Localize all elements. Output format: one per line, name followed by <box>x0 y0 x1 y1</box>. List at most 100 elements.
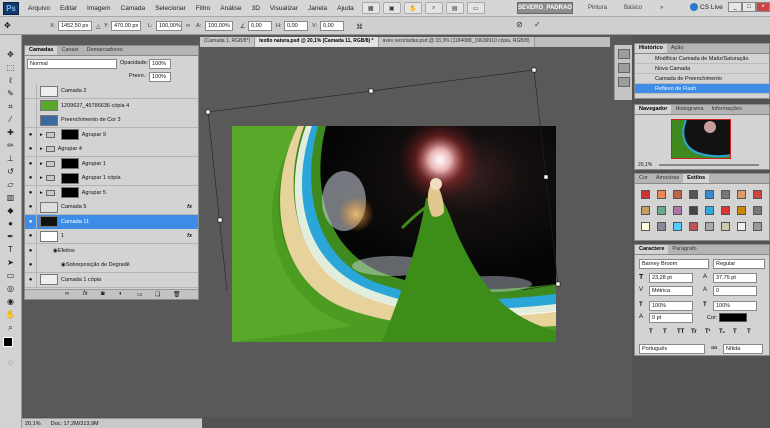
style-swatch[interactable] <box>753 206 762 215</box>
style-swatch[interactable] <box>673 222 682 231</box>
healing-icon[interactable]: ✚ <box>3 127 18 138</box>
eye-icon[interactable] <box>25 83 37 99</box>
tab-caractere[interactable]: Caractere <box>635 245 669 254</box>
screen-mode-icon[interactable]: ▭ <box>466 2 485 14</box>
style-swatch[interactable] <box>721 190 730 199</box>
font-family-select[interactable]: Barney Broom <box>639 259 709 269</box>
leading-field[interactable]: 37,75 pt <box>713 273 757 283</box>
shape-icon[interactable]: ▭ <box>3 270 18 281</box>
brush-icon[interactable]: ✏ <box>3 140 18 151</box>
style-swatch[interactable] <box>737 222 746 231</box>
style-swatch[interactable] <box>657 206 666 215</box>
eye-icon[interactable]: ● <box>25 228 37 244</box>
menu-camada[interactable]: Camada <box>116 5 151 12</box>
minimize-icon[interactable]: _ <box>728 2 742 12</box>
eyedropper-icon[interactable]: ⁄ <box>3 114 18 125</box>
dock-icon-3[interactable] <box>618 77 630 87</box>
layer-row[interactable]: ● ◉ Sobreposição de Degradê <box>25 257 198 273</box>
layer-row[interactable]: Preenchimento de Cor 3 <box>25 112 198 128</box>
font-size-field[interactable]: 23,28 pt <box>649 273 693 283</box>
zoom-tool-icon[interactable]: ⌕ <box>3 322 18 333</box>
eye-icon[interactable]: ● <box>25 156 37 171</box>
workspace-more-icon[interactable]: » <box>660 5 663 11</box>
gradient-icon[interactable]: ▥ <box>3 192 18 203</box>
angle-field[interactable]: 0,00 <box>248 21 272 31</box>
status-zoom[interactable]: 20,1% <box>25 421 41 427</box>
close-icon[interactable]: × <box>756 2 770 12</box>
crop-icon[interactable]: ⌗ <box>3 101 18 112</box>
workspace-basico[interactable]: Básico <box>624 5 642 11</box>
link-icon[interactable]: △ <box>96 23 101 30</box>
type-style-icon[interactable]: T <box>649 329 653 335</box>
eye-icon[interactable]: ● <box>25 214 37 229</box>
antialias-select[interactable]: Nítida <box>723 344 763 354</box>
dodge-icon[interactable]: ● <box>3 218 18 229</box>
bridge-icon[interactable]: ▦ <box>361 2 380 14</box>
tab-cor[interactable]: Cor <box>635 174 652 183</box>
tab-amostras[interactable]: Amostras <box>652 174 683 183</box>
layer-row[interactable]: ● ▸ Agrupar 9 <box>25 127 198 143</box>
link-layers-icon[interactable]: ∞ <box>65 291 69 297</box>
layer-row[interactable]: ● Camada 1 cópia <box>25 272 198 288</box>
menu-selecionar[interactable]: Selecionar <box>150 5 191 12</box>
arrange-icon[interactable]: ▤ <box>445 2 464 14</box>
layer-thumbnail[interactable] <box>40 100 58 111</box>
tab-estilos[interactable]: Estilos <box>683 174 710 183</box>
style-swatch[interactable] <box>657 222 666 231</box>
eye-icon[interactable]: ● <box>25 272 37 287</box>
expand-triangle-icon[interactable]: ▸ <box>40 175 43 181</box>
cs-live-button[interactable]: CS Live <box>690 3 723 11</box>
eye-icon[interactable]: ● <box>25 127 37 142</box>
menu-filtro[interactable]: Filtro <box>191 5 215 12</box>
cancel-transform-icon[interactable]: ⊘ <box>516 20 523 29</box>
hskew-field[interactable]: 0,00 <box>284 21 308 31</box>
blend-mode-select[interactable]: Normal <box>27 59 117 69</box>
tab-paragrafo[interactable]: Parágrafo <box>668 245 700 254</box>
menu-arquivo[interactable]: Arquivo <box>23 5 55 12</box>
style-swatch[interactable] <box>721 222 730 231</box>
style-swatch[interactable] <box>705 222 714 231</box>
type-style-icon[interactable]: T₁ <box>719 329 725 335</box>
move-icon[interactable]: ✥ <box>3 49 18 60</box>
type-style-icon[interactable]: T¹ <box>705 329 711 335</box>
layer-mask-thumbnail[interactable] <box>60 158 79 169</box>
adjustment-icon[interactable]: ◐ <box>119 291 123 297</box>
tab-navegador[interactable]: Navegador <box>635 105 672 114</box>
style-swatch[interactable] <box>721 206 730 215</box>
tab-histograma[interactable]: Histograma <box>671 105 707 114</box>
layer-row[interactable]: ● ▸ Agrupar 1 cópia <box>25 170 198 186</box>
navigator-zoom-slider[interactable] <box>659 164 759 166</box>
menu-visualizar[interactable]: Visualizar <box>265 5 303 12</box>
style-swatch[interactable] <box>657 190 666 199</box>
doc-tab-1[interactable]: (Camada 1, RGB/8*) <box>200 37 256 47</box>
history-step[interactable]: Modificar Camada de Matiz/Saturação <box>635 54 769 64</box>
tab-acao[interactable]: Ação <box>667 44 688 53</box>
vskew-field[interactable]: 0,00 <box>320 21 344 31</box>
layer-thumbnail[interactable] <box>40 274 58 285</box>
maximize-icon[interactable]: □ <box>742 2 756 12</box>
style-swatch[interactable] <box>689 190 698 199</box>
layer-row[interactable]: ● ◉ Efeitos <box>25 243 198 259</box>
style-swatch[interactable] <box>689 222 698 231</box>
fx-badge-icon[interactable]: fx <box>187 233 192 239</box>
type-style-icon[interactable]: Tr <box>691 329 697 335</box>
layer-thumbnail[interactable] <box>40 201 58 213</box>
menu-imagem[interactable]: Imagem <box>82 5 115 12</box>
style-swatch[interactable] <box>673 206 682 215</box>
style-swatch[interactable] <box>705 206 714 215</box>
type-style-icon[interactable]: T <box>663 329 667 335</box>
fx-icon[interactable]: fx <box>83 291 88 297</box>
doc-tab-3[interactable]: aves recortadas.psd @ 33,3% (1184088_196… <box>378 37 535 47</box>
new-layer-icon[interactable]: ❏ <box>155 291 160 298</box>
stamp-icon[interactable]: ⊥ <box>3 153 18 164</box>
layer-thumbnail[interactable] <box>40 216 58 227</box>
menu-editar[interactable]: Editar <box>55 5 82 12</box>
commit-transform-icon[interactable]: ✓ <box>534 20 541 29</box>
style-swatch[interactable] <box>641 206 650 215</box>
eye-icon[interactable]: ● <box>25 199 37 215</box>
menu-ajuda[interactable]: Ajuda <box>332 5 359 12</box>
tab-camadas[interactable]: Camadas <box>25 46 58 55</box>
eye-icon[interactable]: ● <box>25 257 37 273</box>
layer-row[interactable]: ● Camada 11 <box>25 214 198 230</box>
tab-informacoes[interactable]: Informações <box>708 105 746 114</box>
